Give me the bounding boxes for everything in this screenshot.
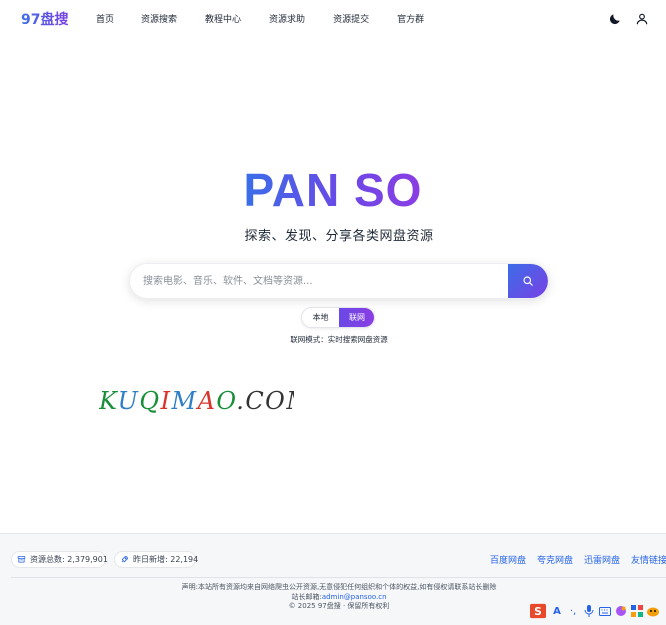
watermark-logo: KUQIMAO.COM [98,384,311,418]
mode-description: 联网模式：实时搜索网盘资源 [290,335,388,344]
link-xunlei-pan[interactable]: 迅雷网盘 [584,553,620,566]
rocket-icon [121,556,128,563]
link-baidu-pan[interactable]: 百度网盘 [490,553,526,566]
svg-text:KUQIMAO.COM: KUQIMAO.COM [99,387,294,415]
moon-icon[interactable] [608,11,622,25]
user-icon[interactable] [635,11,649,25]
contact-line: 站长邮箱:admin@pansoo.cn [291,592,387,601]
database-icon [17,556,26,563]
mode-web-button[interactable]: 联网 [339,308,374,327]
search-icon [523,276,533,286]
search-mode-toggle: 本地 联网 [301,307,375,328]
ime-punctuation-icon[interactable]: ·, [565,603,581,619]
mode-local-button[interactable]: 本地 [302,308,339,327]
nav-item-official-group[interactable]: 官方群 [397,12,424,25]
svg-text:S: S [534,605,542,618]
nav-item-home[interactable]: 首页 [96,12,114,25]
ime-microphone-icon[interactable] [581,603,597,619]
nav-item-resource-help[interactable]: 资源求助 [269,12,305,25]
ime-mascot-icon[interactable] [645,603,661,619]
ime-language-icon[interactable]: A [549,603,565,619]
header: 97盘搜 首页 资源搜索 教程中心 资源求助 资源提交 官方群 [0,0,666,36]
hero-title: PAN SO [243,164,423,216]
search-button[interactable] [508,264,548,298]
stat-new-yesterday: 昨日新增: 22,194 [114,551,198,568]
main-nav: 首页 资源搜索 教程中心 资源求助 资源提交 官方群 [96,12,452,25]
contact-email[interactable]: admin@pansoo.cn [322,593,387,601]
stat-total-resources: 资源总数: 2,379,901 [11,551,108,568]
link-quark-pan[interactable]: 夸克网盘 [537,553,573,566]
link-friend-links[interactable]: 友情链接 [631,553,666,566]
nav-item-resource-submit[interactable]: 资源提交 [333,12,369,25]
ime-toolbar: S A ·, [530,602,664,620]
nav-item-tutorials[interactable]: 教程中心 [205,12,241,25]
ime-tools-icon[interactable] [629,603,645,619]
ime-keyboard-icon[interactable] [597,603,613,619]
ime-skin-icon[interactable] [613,603,629,619]
footer-divider [11,577,666,578]
sogou-ime-icon[interactable]: S [530,603,546,619]
disclaimer-text: 声明:本站所有资源均来自网络爬虫公开资源,无意侵犯任何组织和个体的权益,如有侵权… [181,583,497,591]
search-box [129,263,549,299]
nav-item-resource-search[interactable]: 资源搜索 [141,12,177,25]
hero-subtitle: 探索、发现、分享各类网盘资源 [244,229,434,244]
footer-links: 百度网盘 夸克网盘 迅雷网盘 友情链接 [490,553,666,566]
site-logo[interactable]: 97盘搜 [21,9,68,29]
search-input[interactable] [130,264,510,298]
